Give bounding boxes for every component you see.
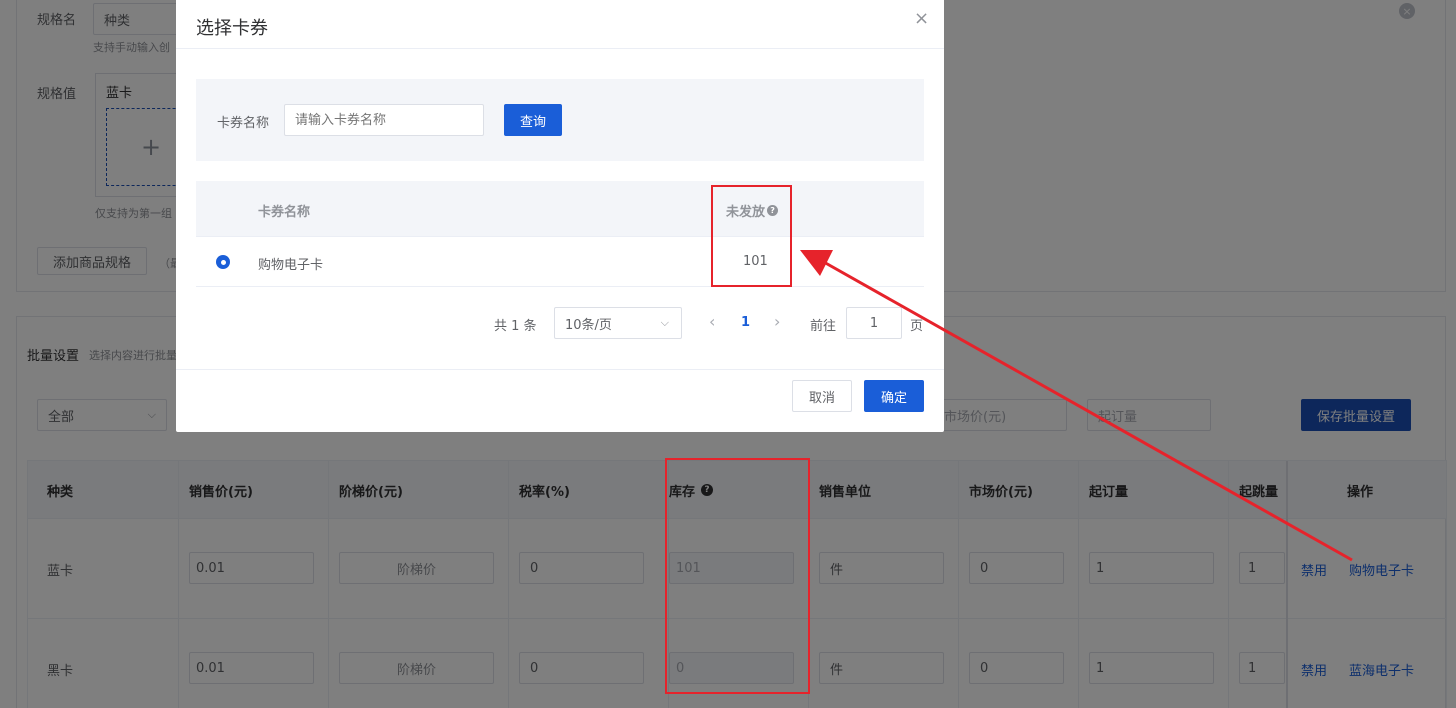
dialog-header-divider xyxy=(176,48,944,49)
th-coupon-name: 卡券名称 xyxy=(258,205,311,220)
goto-label: 前往 xyxy=(810,319,837,334)
chevron-down-icon: ⌵ xyxy=(660,316,669,329)
pagination-total: 共 1 条 xyxy=(494,319,537,334)
current-page[interactable]: 1 xyxy=(741,315,750,330)
confirm-button[interactable]: 确定 xyxy=(864,380,924,412)
goto-page-input[interactable]: 1 xyxy=(846,307,902,339)
cancel-button[interactable]: 取消 xyxy=(792,380,852,412)
search-panel: 卡券名称 查询 xyxy=(196,79,924,161)
prev-page-icon[interactable]: ‹ xyxy=(709,312,715,331)
annotation-box-unissued xyxy=(711,185,792,287)
coupon-name-input[interactable] xyxy=(284,104,484,136)
page-suffix: 页 xyxy=(910,319,924,334)
dialog-footer-divider xyxy=(176,369,944,370)
page-size-value: 10条/页 xyxy=(565,317,612,333)
query-button[interactable]: 查询 xyxy=(504,104,562,136)
table-row[interactable]: 购物电子卡 101 xyxy=(196,238,924,287)
annotation-box-stock xyxy=(665,458,810,694)
radio-dot xyxy=(220,259,226,265)
coupon-name-cell: 购物电子卡 xyxy=(258,258,324,273)
dialog-title: 选择卡券 xyxy=(196,18,268,39)
select-coupon-dialog: 选择卡券 × 卡券名称 查询 卡券名称 未发放 ? 购物电子卡 101 共 1 … xyxy=(176,0,944,432)
page-size-select[interactable]: 10条/页 ⌵ xyxy=(554,307,682,339)
close-icon[interactable]: × xyxy=(914,8,929,29)
next-page-icon[interactable]: › xyxy=(774,312,780,331)
radio-selected[interactable] xyxy=(216,255,230,269)
search-label: 卡券名称 xyxy=(217,116,270,131)
